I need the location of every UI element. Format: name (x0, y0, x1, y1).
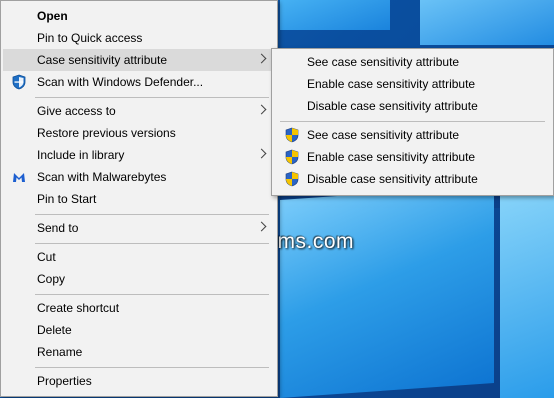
submenu-item-label: Disable case sensitivity attribute (307, 172, 478, 186)
menu-item-label: Delete (37, 323, 72, 337)
menu-item-label: Give access to (37, 104, 116, 118)
menu-item-label: Cut (37, 250, 56, 264)
menu-separator (35, 294, 269, 295)
menu-item-include-library[interactable]: Include in library (3, 144, 275, 166)
submenu-item-see-admin[interactable]: See case sensitivity attribute (274, 124, 551, 146)
submenu-item-label: See case sensitivity attribute (307, 128, 460, 142)
menu-item-rename[interactable]: Rename (3, 341, 275, 363)
menu-item-label: Scan with Malwarebytes (37, 170, 167, 184)
submenu-item-label: See case sensitivity attribute (307, 55, 460, 69)
submenu-item-label: Enable case sensitivity attribute (307, 77, 476, 91)
menu-item-label: Open (37, 9, 68, 23)
uac-shield-icon (284, 171, 300, 187)
menu-item-label: Case sensitivity attribute (37, 53, 168, 67)
menu-separator (280, 121, 545, 122)
submenu-item-label: Disable case sensitivity attribute (307, 99, 478, 113)
case-sensitivity-submenu: See case sensitivity attribute Enable ca… (271, 48, 554, 196)
menu-item-properties[interactable]: Properties (3, 370, 275, 392)
submenu-item-disable[interactable]: Disable case sensitivity attribute (274, 95, 551, 117)
menu-item-delete[interactable]: Delete (3, 319, 275, 341)
menu-item-pin-quick-access[interactable]: Pin to Quick access (3, 27, 275, 49)
menu-item-scan-malwarebytes[interactable]: Scan with Malwarebytes (3, 166, 275, 188)
menu-item-label: Copy (37, 272, 66, 286)
submenu-item-see[interactable]: See case sensitivity attribute (274, 51, 551, 73)
wallpaper-pane (420, 0, 554, 45)
submenu-item-label: Enable case sensitivity attribute (307, 150, 476, 164)
menu-item-label: Create shortcut (37, 301, 120, 315)
uac-shield-icon (284, 149, 300, 165)
menu-item-label: Send to (37, 221, 79, 235)
windows-defender-icon (11, 74, 27, 90)
menu-separator (35, 214, 269, 215)
menu-item-open[interactable]: Open (3, 5, 275, 27)
menu-item-label: Restore previous versions (37, 126, 176, 140)
chevron-right-icon (256, 104, 267, 115)
submenu-item-enable[interactable]: Enable case sensitivity attribute (274, 73, 551, 95)
menu-item-case-sensitivity[interactable]: Case sensitivity attribute (3, 49, 275, 71)
uac-shield-icon (284, 127, 300, 143)
submenu-item-disable-admin[interactable]: Disable case sensitivity attribute (274, 168, 551, 190)
menu-item-restore-versions[interactable]: Restore previous versions (3, 122, 275, 144)
chevron-right-icon (256, 148, 267, 159)
menu-item-label: Rename (37, 345, 83, 359)
context-menu: Open Pin to Quick access Case sensitivit… (0, 0, 278, 397)
menu-separator (35, 97, 269, 98)
submenu-item-enable-admin[interactable]: Enable case sensitivity attribute (274, 146, 551, 168)
malwarebytes-icon (11, 169, 27, 185)
menu-item-cut[interactable]: Cut (3, 246, 275, 268)
menu-item-send-to[interactable]: Send to (3, 217, 275, 239)
menu-separator (35, 367, 269, 368)
menu-item-scan-defender[interactable]: Scan with Windows Defender... (3, 71, 275, 93)
menu-item-pin-start[interactable]: Pin to Start (3, 188, 275, 210)
menu-item-copy[interactable]: Copy (3, 268, 275, 290)
menu-item-label: Pin to Quick access (37, 31, 143, 45)
menu-item-create-shortcut[interactable]: Create shortcut (3, 297, 275, 319)
chevron-right-icon (256, 53, 267, 64)
wallpaper-pane (500, 190, 554, 398)
menu-item-label: Include in library (37, 148, 125, 162)
wallpaper-pane (280, 185, 494, 398)
chevron-right-icon (256, 221, 267, 232)
menu-item-label: Scan with Windows Defender... (37, 75, 204, 89)
menu-item-give-access[interactable]: Give access to (3, 100, 275, 122)
menu-item-label: Properties (37, 374, 92, 388)
menu-item-label: Pin to Start (37, 192, 97, 206)
wallpaper-pane (280, 0, 390, 30)
menu-separator (35, 243, 269, 244)
